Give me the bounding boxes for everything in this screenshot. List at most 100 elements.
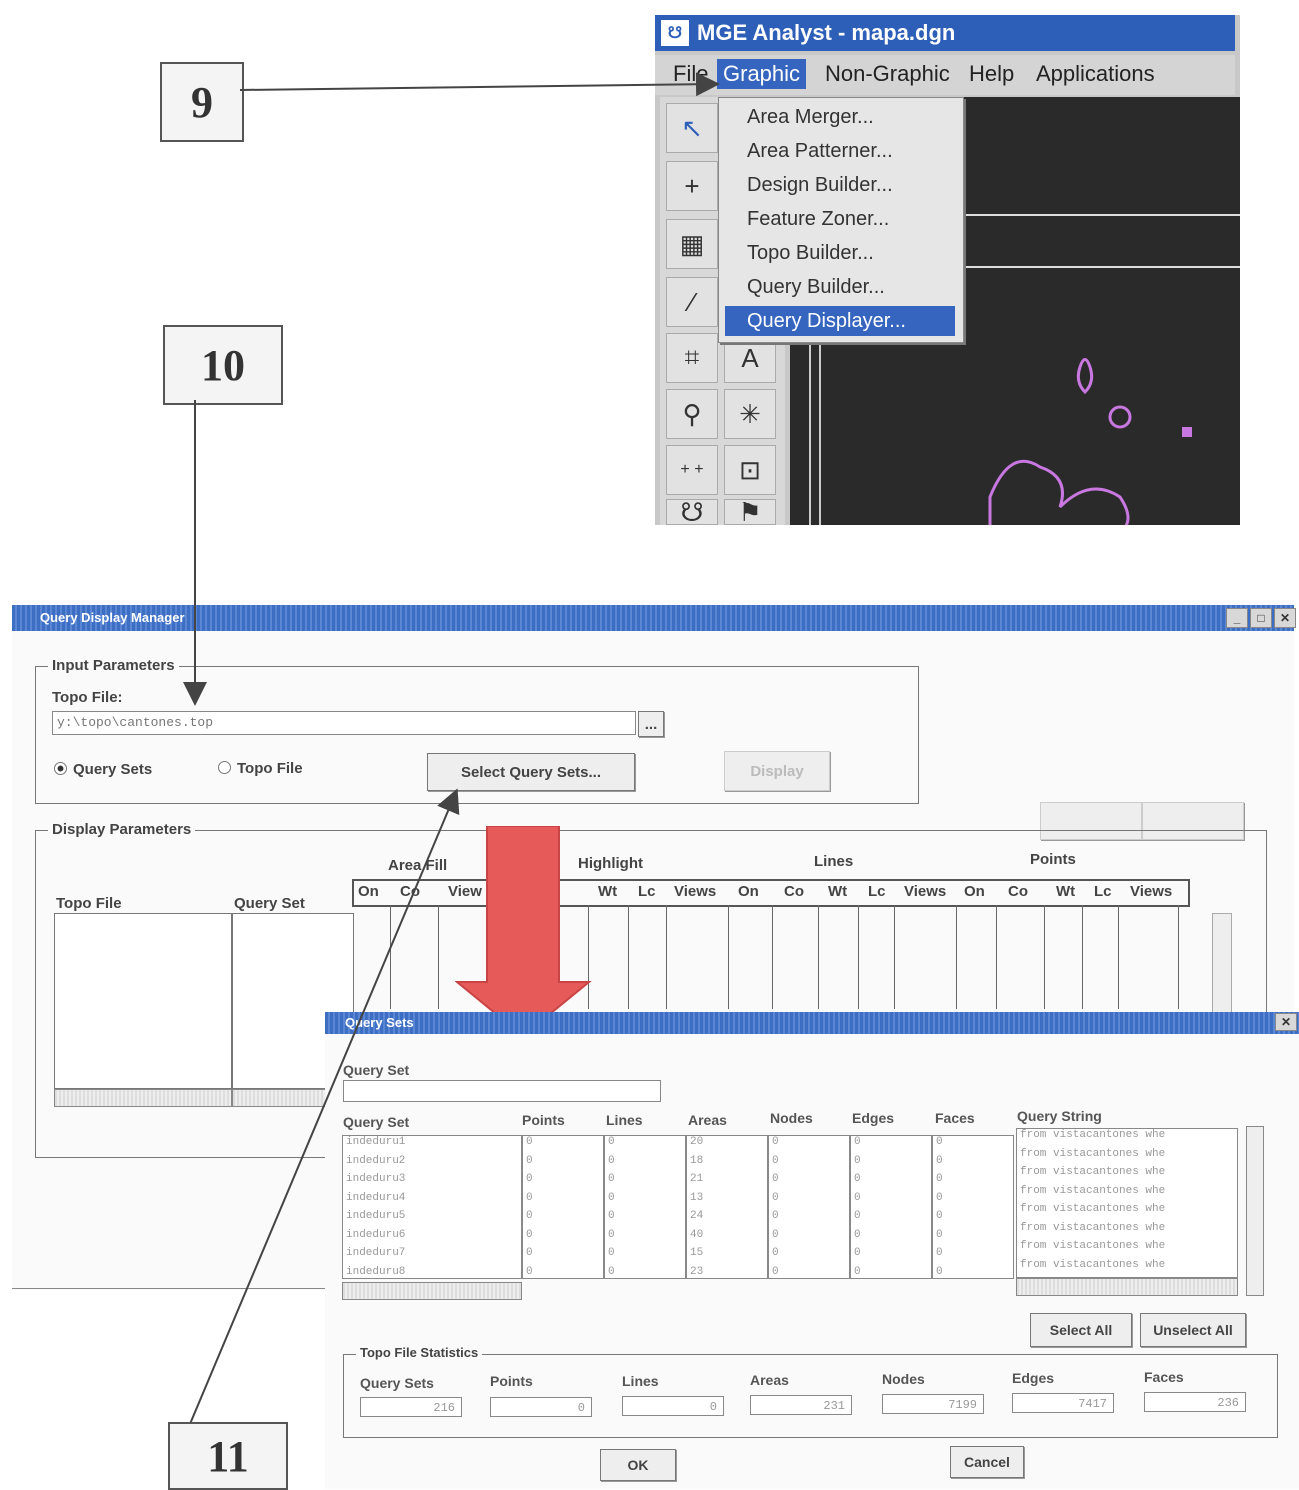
qs-query-string-column[interactable]: from vistacantones whe from vistacantone… <box>1016 1128 1238 1278</box>
qdm-window-title: Query Display Manager <box>40 610 185 625</box>
callout-10-text: 10 <box>201 340 245 390</box>
fence-tool-icon[interactable]: ▦ <box>666 219 718 269</box>
flag-tool-icon[interactable]: ⚑ <box>724 497 776 527</box>
table-cell: from vistacantones whe <box>1020 1221 1166 1234</box>
qs-points-column[interactable]: 0 0 0 0 0 0 0 0 <box>522 1135 604 1279</box>
table-cell: from vistacantones whe <box>1020 1203 1166 1215</box>
grid-column <box>1044 905 1083 1009</box>
select-query-sets-button[interactable]: Select Query Sets... <box>427 753 635 791</box>
menu-area-patterner[interactable]: Area Patterner... <box>725 136 955 166</box>
grid-vertical-scrollbar[interactable] <box>1212 913 1232 1015</box>
grid-column <box>1082 905 1119 1009</box>
table-cell: 0 <box>608 1228 615 1241</box>
table-cell: 0 <box>608 1173 615 1185</box>
menu-file[interactable]: File <box>667 59 714 89</box>
qs-query-set-column[interactable]: indeduru1 indeduru2 indeduru3 indeduru4 … <box>342 1135 522 1279</box>
grp-points: Points <box>1030 851 1076 868</box>
menu-applications[interactable]: Applications <box>1030 59 1161 89</box>
topo-file-input[interactable]: y:\topo\cantones.top <box>52 711 636 735</box>
table-cell: from vistacantones whe <box>1020 1258 1166 1271</box>
display-button[interactable]: Display <box>724 751 830 791</box>
cell-tool-icon[interactable]: ⌗ <box>666 333 718 383</box>
ln-wt: Wt <box>828 883 848 900</box>
mge-analyst-window: ☋ MGE Analyst - mapa.dgn File Graphic No… <box>655 15 1240 542</box>
radio-topo-file-label: Topo File <box>237 760 303 777</box>
qdm-title-bar: Query Display Manager _ □ ✕ <box>12 605 1296 631</box>
menu-help[interactable]: Help <box>963 59 1020 89</box>
table-cell: from vistacantones whe <box>1020 1184 1166 1197</box>
transition-arrow-icon <box>455 826 592 1038</box>
qs-window-title: Query Sets <box>345 1015 414 1030</box>
table-cell: indeduru3 <box>346 1173 406 1185</box>
grp-area-fill: Area Fill <box>388 857 448 874</box>
table-cell: 0 <box>936 1136 943 1148</box>
menu-graphic[interactable]: Graphic <box>717 59 807 89</box>
grid-column <box>894 905 957 1009</box>
radio-query-sets-label: Query Sets <box>73 761 153 778</box>
view-tool-icon[interactable]: ☋ <box>666 497 718 527</box>
close-icon[interactable]: ✕ <box>1274 608 1296 628</box>
browse-button[interactable]: ... <box>638 711 664 737</box>
measure-tool-icon[interactable]: + + <box>666 445 718 495</box>
pattern-tool-icon[interactable]: ✳ <box>724 389 776 439</box>
table-cell: 0 <box>526 1191 533 1204</box>
menu-topo-builder[interactable]: Topo Builder... <box>725 238 955 268</box>
qs-areas-column[interactable]: 20 18 21 13 24 40 15 23 <box>686 1135 768 1279</box>
cancel-button[interactable]: Cancel <box>950 1446 1024 1478</box>
menu-non-graphic[interactable]: Non-Graphic <box>819 59 956 89</box>
callout-10: 10 <box>163 325 283 405</box>
table-cell: 0 <box>936 1265 943 1278</box>
graphic-menu-dropdown: Area Merger... Area Patterner... Design … <box>718 97 964 343</box>
select-arrow-icon[interactable]: ↖ <box>666 103 718 153</box>
menu-area-merger[interactable]: Area Merger... <box>725 102 955 132</box>
select-all-button[interactable]: Select All <box>1030 1313 1132 1347</box>
ln-views: Views <box>904 883 947 900</box>
grid-column <box>858 905 895 1009</box>
qs-nodes-column[interactable]: 0 0 0 0 0 0 0 0 <box>768 1135 850 1279</box>
menu-query-displayer[interactable]: Query Displayer... <box>725 306 955 336</box>
table-cell: 0 <box>854 1210 861 1222</box>
crosshair-tool-icon[interactable]: + <box>666 161 718 211</box>
qs-vertical-scrollbar[interactable] <box>1246 1126 1264 1296</box>
qs-query-set-input[interactable] <box>343 1080 661 1102</box>
table-cell: from vistacantones whe <box>1020 1147 1166 1160</box>
minimize-icon[interactable]: _ <box>1226 608 1248 628</box>
menu-design-builder[interactable]: Design Builder... <box>725 170 955 200</box>
qs-edges-column[interactable]: 0 0 0 0 0 0 0 0 <box>850 1135 932 1279</box>
col-topo-file: Topo File <box>56 895 122 912</box>
maximize-icon[interactable]: □ <box>1250 608 1272 628</box>
menu-query-builder[interactable]: Query Builder... <box>725 272 955 302</box>
pt-on: On <box>964 883 985 900</box>
table-cell: 0 <box>936 1191 943 1204</box>
grid-column <box>352 905 391 1009</box>
qs-col-nodes: Nodes <box>770 1110 813 1126</box>
topo-file-scrollbar[interactable] <box>54 1089 232 1107</box>
qs-query-string-scrollbar[interactable] <box>1016 1278 1238 1296</box>
ln-lc: Lc <box>868 883 886 900</box>
stat-lines-label: Lines <box>622 1373 659 1389</box>
grid-column <box>772 905 819 1009</box>
point-tool-icon[interactable]: ⚲ <box>666 389 718 439</box>
pt-views: Views <box>1130 883 1173 900</box>
qs-query-set-scrollbar[interactable] <box>342 1282 522 1300</box>
table-cell: 24 <box>690 1210 704 1222</box>
table-cell: 0 <box>608 1136 615 1148</box>
unselect-all-button[interactable]: Unselect All <box>1140 1313 1246 1347</box>
radio-query-sets[interactable]: Query Sets <box>54 761 152 778</box>
table-cell: 0 <box>526 1136 533 1148</box>
line-tool-icon[interactable]: ⁄ <box>666 277 718 327</box>
radio-topo-file[interactable]: Topo File <box>218 760 303 777</box>
dimension-tool-icon[interactable]: ⊡ <box>724 445 776 495</box>
menu-feature-zoner[interactable]: Feature Zoner... <box>725 204 955 234</box>
ok-button[interactable]: OK <box>600 1449 676 1481</box>
qs-close-icon[interactable]: ✕ <box>1275 1013 1297 1031</box>
table-cell: 13 <box>690 1191 704 1204</box>
qs-faces-column[interactable]: 0 0 0 0 0 0 0 0 <box>932 1135 1014 1279</box>
grid-column <box>728 905 773 1009</box>
topo-file-list[interactable] <box>54 913 232 1089</box>
table-cell: 21 <box>690 1173 704 1185</box>
table-cell: 0 <box>526 1210 533 1222</box>
qs-lines-column[interactable]: 0 0 0 0 0 0 0 0 <box>604 1135 686 1279</box>
table-cell: 0 <box>608 1265 615 1278</box>
qs-col-query-set: Query Set <box>343 1114 410 1130</box>
